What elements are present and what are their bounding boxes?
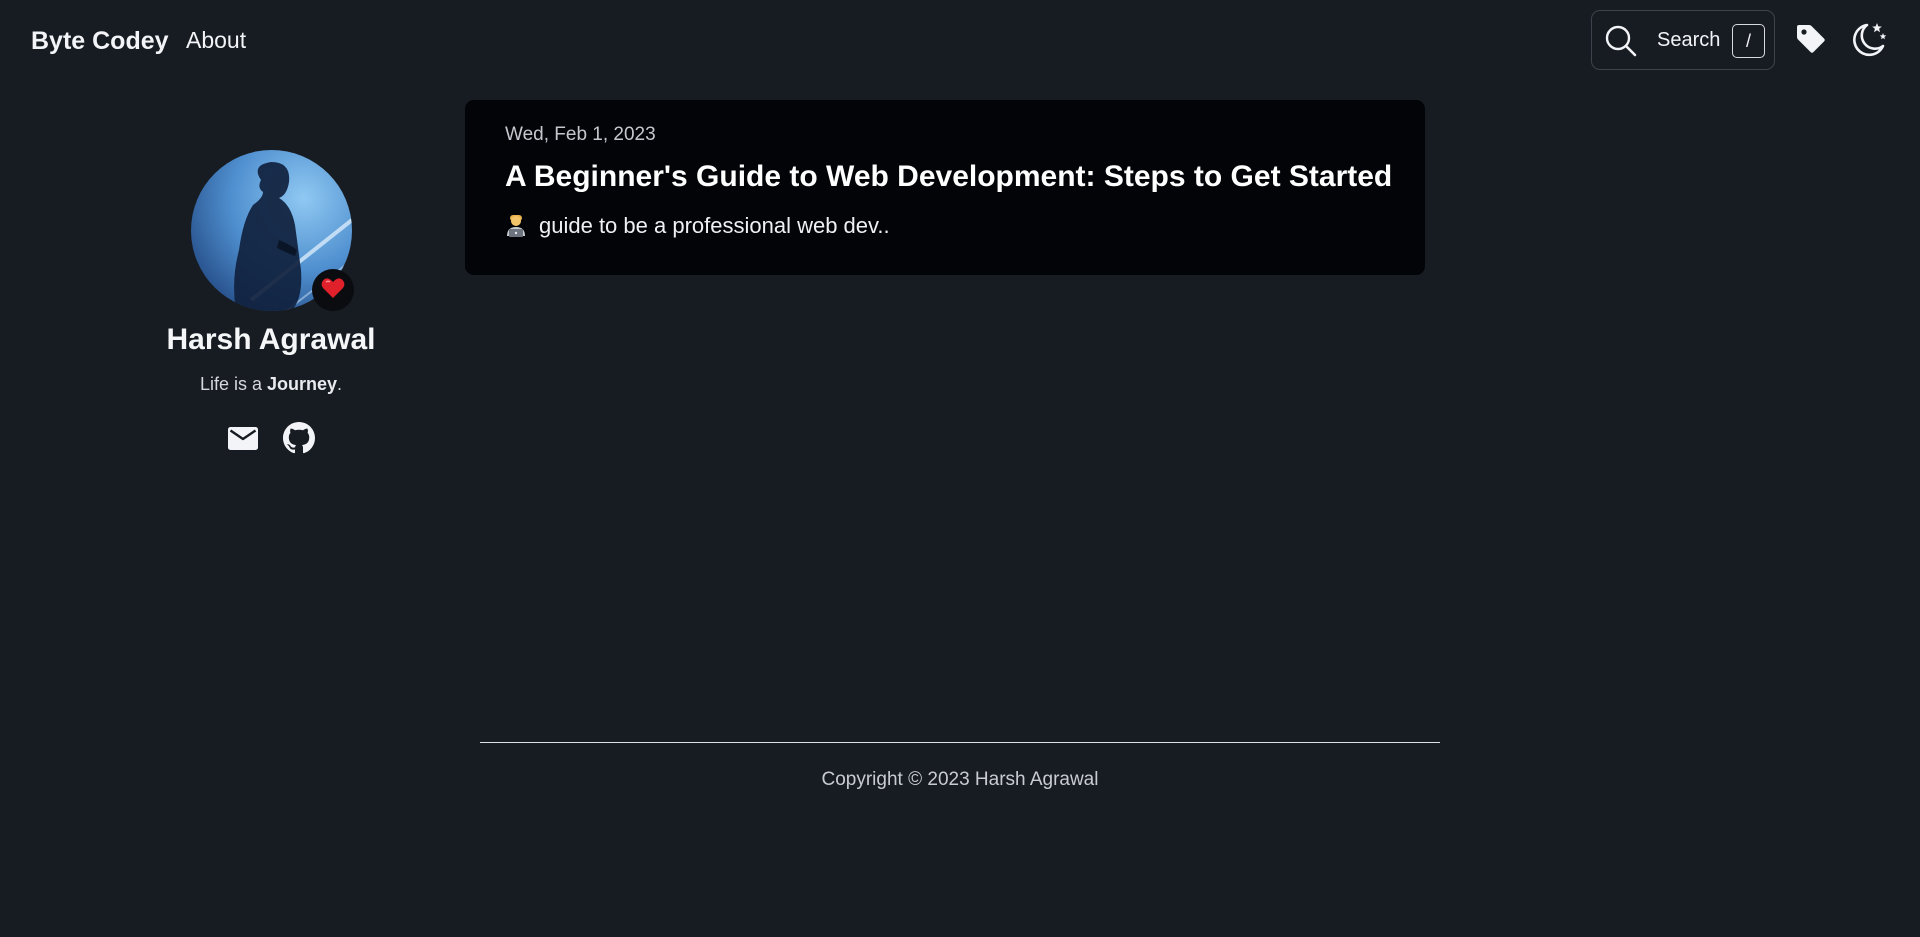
search-icon [1604,24,1638,63]
post-title[interactable]: A Beginner's Guide to Web Development: S… [505,160,1392,194]
nav-link-about[interactable]: About [186,27,246,54]
bio-prefix: Life is a [199,374,267,394]
post-card[interactable]: Wed, Feb 1, 2023 A Beginner's Guide to W… [465,100,1425,275]
heart-icon [321,277,345,304]
bio-emphasis: Journey [267,374,338,394]
tag-icon[interactable] [1795,23,1827,60]
moon-stars-icon[interactable] [1852,21,1888,64]
post-description-text: guide to be a professional web dev.. [539,213,890,238]
mail-icon[interactable] [227,425,259,458]
post-description: guide to be a professional web dev.. [505,213,890,239]
github-icon[interactable] [283,422,315,459]
social-links [227,422,327,458]
search-label: Search [1657,29,1721,51]
technologist-emoji-icon [505,214,527,238]
post-date: Wed, Feb 1, 2023 [505,124,656,145]
search-button[interactable]: Search / [1591,10,1775,70]
copyright-text: Copyright © 2023 Harsh Agrawal [821,769,1099,790]
site-brand-link[interactable]: Byte Codey [31,27,169,56]
profile-bio: Life is a Journey. [120,374,422,395]
bio-suffix: . [337,374,343,394]
profile-name: Harsh Agrawal [166,323,376,356]
footer-divider [480,742,1440,743]
search-shortcut-key: / [1732,24,1765,58]
avatar-container [191,150,354,311]
profile-sidebar: Harsh Agrawal Life is a Journey. [120,140,422,480]
status-badge [312,269,354,311]
top-navbar: Byte Codey About Search / [0,0,1920,82]
